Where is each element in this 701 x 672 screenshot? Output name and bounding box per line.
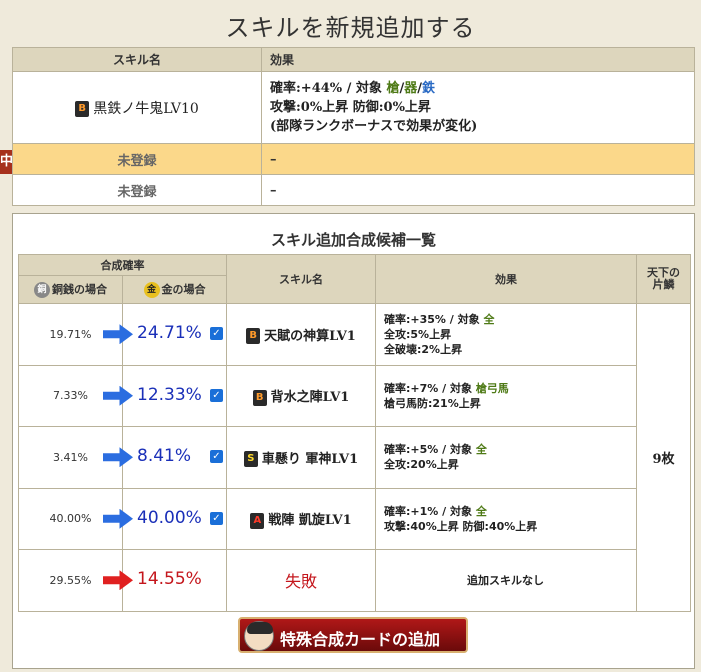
gold-rate-cell: 14.55% [103,549,227,612]
effect-line: 全攻:5%上昇 [384,327,452,341]
empty-slot-row[interactable]: 未登録 – [12,143,695,175]
candidate-effect: 確率:+35% / 対象 全 全攻:5%上昇 全破壊:2%上昇 [375,303,637,366]
fail-effect: 追加スキルなし [375,549,637,612]
gold-rate: 24.71% [137,323,202,344]
fail-row: 29.55% 14.55% 失敗 追加スキルなし [18,549,691,612]
candidate-effect: 確率:+5% / 対象 全 全攻:20%上昇 [375,426,637,489]
skill-row: B 黒鉄ノ牛鬼LV10 確率:+44% / 対象 槍/器/鉄 攻撃:0%上昇 防御… [12,71,695,144]
candidate-table: 合成確率 スキル名 効果 天下の片鱗 銅銅銭の場合 金金の場合 19.71% 2… [18,254,691,612]
candidate-name-cell: A 戦陣 凱旋LV1 [226,487,376,550]
gold-rate: 14.55% [137,569,202,590]
header-tenka: 天下の片鱗 [636,254,691,304]
effect-target: 槍弓馬 [475,381,509,395]
grade-badge: B [252,389,267,406]
skill-name: 黒鉄ノ牛鬼LV10 [93,100,199,117]
grade-badge: B [75,100,90,117]
candidate-name: 背水之陣LV1 [270,390,350,405]
effect-line: 確率:+44% / 対象 [270,81,382,96]
target-iron: 鉄 [422,81,436,96]
effect-line: 確率:+35% / 対象 [384,312,480,326]
gold-rate: 12.33% [137,384,202,405]
header-effect: 効果 [375,254,637,304]
panel-title: スキル追加合成候補一覧 [270,231,436,249]
gold-rate-cell: 24.71% ✓ [103,303,227,366]
candidate-name-cell: S 車懸り 軍神LV1 [226,426,376,489]
target-spear: 槍 [386,81,400,96]
candidate-row: 19.71% 24.71% ✓ B 天賦の神算LV1 確率:+35% / 対象 全… [18,303,691,612]
slot-name: 未登録 [12,174,262,206]
grade-badge: B [246,328,261,344]
add-special-card-button[interactable]: 特殊合成カードの追加 [238,617,468,653]
candidate-checkbox[interactable]: ✓ [210,511,223,525]
slot-effect: – [261,174,695,206]
candidate-name-cell: B 背水之陣LV1 [226,364,376,427]
grade-badge: A [250,512,265,529]
target-weapon: 器 [404,81,418,96]
candidate-name: 戦陣 凱旋LV1 [268,513,352,528]
header-gold: 金金の場合 [122,275,227,304]
effect-line: 槍弓馬防:21%上昇 [384,396,481,410]
slot-effect: – [261,143,695,175]
effect-target: 全 [483,312,495,326]
candidate-name: 車懸り 軍神LV1 [261,451,359,467]
header-effect: 効果 [261,47,695,72]
add-special-card-label: 特殊合成カードの追加 [280,630,441,649]
header-skill-name: スキル名 [12,47,262,72]
header-synthesis-rate: 合成確率 [18,254,227,276]
candidate-checkbox[interactable]: ✓ [210,450,223,464]
effect-line: 攻撃:40%上昇 防御:40%上昇 [384,519,538,533]
effect-line: 全破壊:2%上昇 [384,342,463,356]
effect-target: 全 [475,443,487,457]
candidate-effect: 確率:+1% / 対象 全 攻撃:40%上昇 防御:40%上昇 [375,487,637,550]
gold-rate-cell: 40.00% ✓ [103,487,227,550]
grade-badge: S [243,451,258,467]
candidate-checkbox[interactable]: ✓ [210,388,223,402]
candidate-row: 40.00% 40.00% ✓ A 戦陣 凱旋LV1 確率:+1% / 対象 全 … [18,487,691,550]
page-title: スキルを新規追加する [225,14,476,42]
empty-slot-row[interactable]: 未登録 – [12,174,695,206]
current-skills-table: スキル名 効果 B 黒鉄ノ牛鬼LV10 確率:+44% / 対象 槍/器/鉄 攻撃… [12,47,695,206]
effect-line: 確率:+7% / 対象 [384,381,472,395]
copper-coin-icon: 銅 [34,282,50,298]
candidate-row: 3.41% 8.41% ✓ S 車懸り 軍神LV1 確率:+5% / 対象 全 全… [18,426,691,489]
tenka-count: 9枚 [636,303,691,612]
effect-line: 確率:+1% / 対象 [384,504,472,518]
gold-rate: 8.41% [137,446,192,467]
header-copper: 銅銅銭の場合 [18,275,123,304]
candidate-name: 天賦の神算LV1 [264,328,356,344]
gold-rate: 40.00% [137,507,202,528]
header-copper-label: 銅銭の場合 [52,283,107,296]
skill-name-cell: B 黒鉄ノ牛鬼LV10 [12,71,262,144]
candidate-name-cell: B 天賦の神算LV1 [226,303,376,366]
gold-rate-cell: 8.41% ✓ [103,426,227,489]
gold-rate-cell: 12.33% ✓ [103,364,227,427]
skill-effect-cell: 確率:+44% / 対象 槍/器/鉄 攻撃:0%上昇 防御:0%上昇 (部隊ラン… [261,71,695,144]
header-gold-label: 金の場合 [161,283,206,296]
effect-target: 全 [475,504,487,518]
character-portrait-icon [244,621,274,651]
candidate-checkbox[interactable]: ✓ [210,327,223,341]
gold-coin-icon: 金 [143,282,160,298]
effect-line: 確率:+5% / 対象 [384,443,472,457]
candidate-row: 7.33% 12.33% ✓ B 背水之陣LV1 確率:+7% / 対象 槍弓馬 … [18,364,691,427]
candidate-effect: 確率:+7% / 対象 槍弓馬 槍弓馬防:21%上昇 [375,364,637,427]
effect-line: (部隊ランクボーナスで効果が変化) [270,119,478,134]
header-skill-name: スキル名 [226,254,376,304]
candidate-panel: スキル追加合成候補一覧 合成確率 スキル名 効果 天下の片鱗 銅銅銭の場合 金金… [12,213,695,669]
fail-label: 失敗 [226,549,376,612]
effect-line: 全攻:20%上昇 [384,458,459,472]
slot-name: 未登録 [12,143,262,175]
effect-line: 攻撃:0%上昇 防御:0%上昇 [270,100,431,115]
